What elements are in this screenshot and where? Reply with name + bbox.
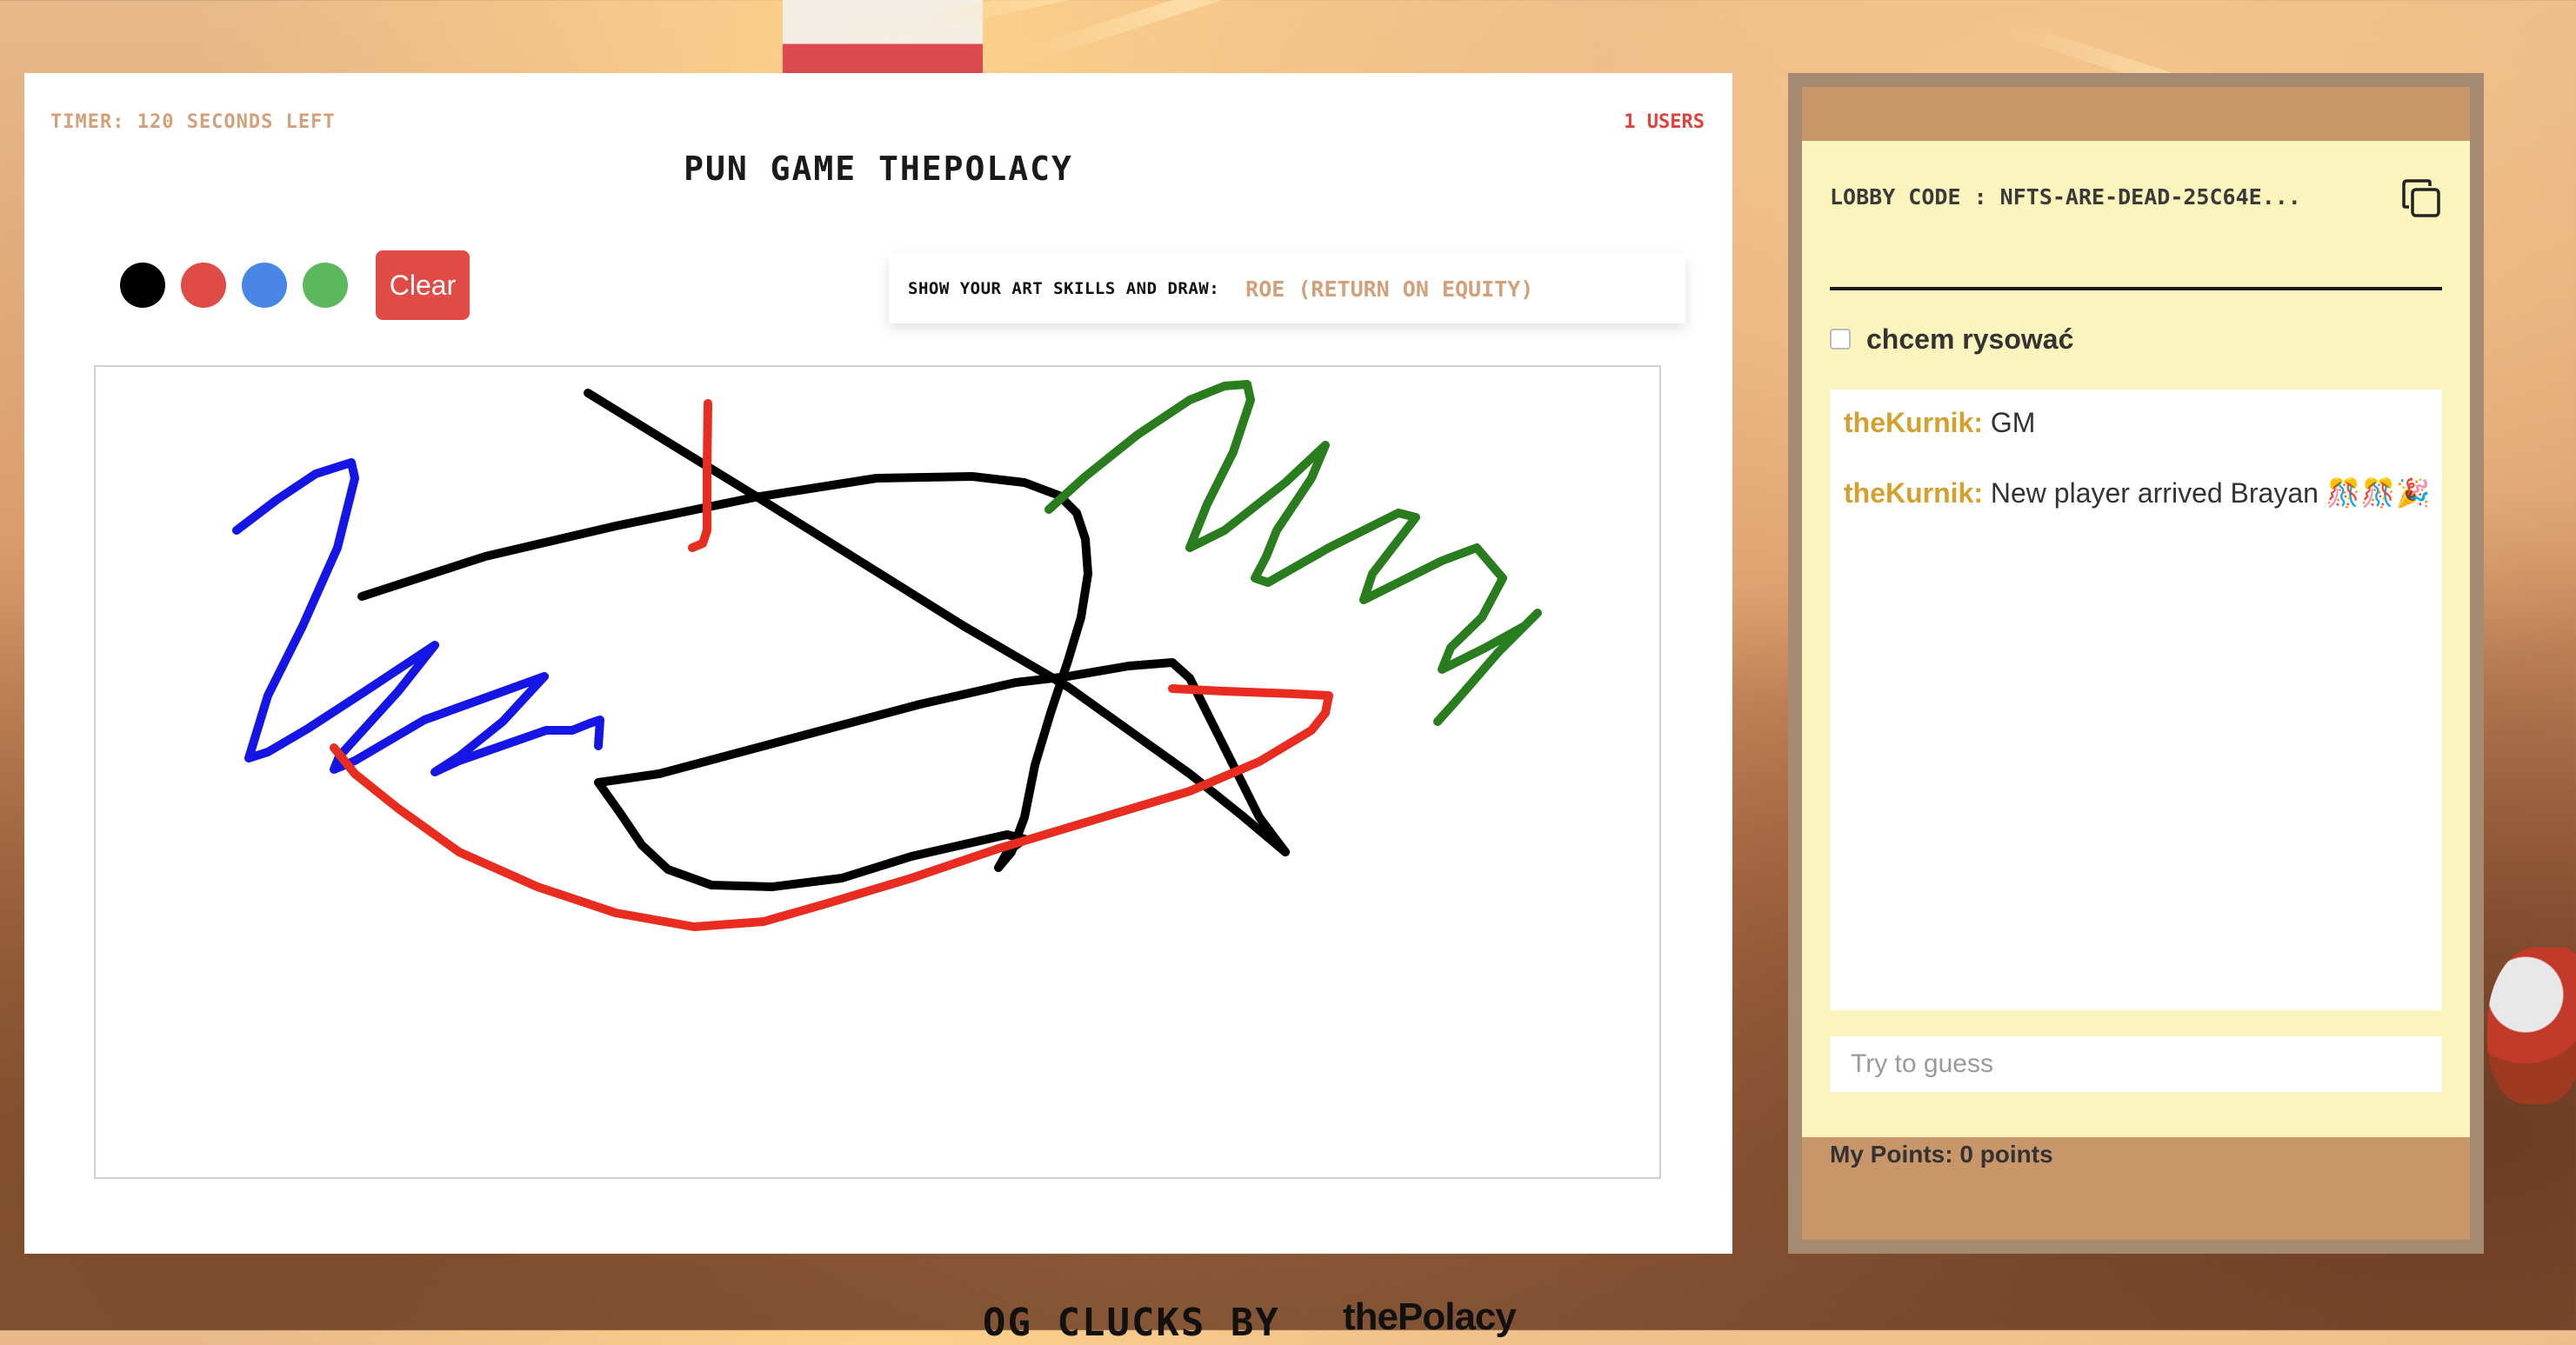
footer-text: OG CLUCKS BY xyxy=(983,1301,1280,1345)
drawing-strokes xyxy=(232,380,1542,931)
footer-logo: thePolacy xyxy=(1343,1295,1517,1338)
game-panel: TIMER: 120 SECONDS LEFT 1 USERS PUN GAME… xyxy=(24,73,1732,1254)
side-panel: LOBBY CODE : NFTS-ARE-DEAD-25C64E... chc… xyxy=(1788,73,2484,1254)
stroke-black xyxy=(584,389,1290,856)
drawing-canvas[interactable] xyxy=(94,365,1661,1179)
message-author: theKurnik: xyxy=(1844,477,1983,509)
message-text: GM xyxy=(1990,407,2036,438)
color-swatch-green[interactable] xyxy=(303,263,348,308)
prompt-word: ROE (RETURN ON EQUITY) xyxy=(1245,276,1534,302)
background-streak xyxy=(1024,0,1344,63)
stroke-blue xyxy=(232,458,604,776)
page-title: PUN GAME THEPOLACY xyxy=(684,150,1073,188)
timer-text: TIMER: 120 SECONDS LEFT xyxy=(50,111,336,133)
divider xyxy=(1830,287,2442,290)
draw-prompt: SHOW YOUR ART SKILLS AND DRAW: ROE (RETU… xyxy=(889,254,1685,323)
background-rooster xyxy=(2487,948,2576,1104)
chat-log: theKurnik: GM theKurnik: New player arri… xyxy=(1830,390,2442,1010)
message-text: New player arrived Brayan 🎊🎊🎉 xyxy=(1990,477,2431,509)
clear-button[interactable]: Clear xyxy=(376,250,470,320)
color-swatch-black[interactable] xyxy=(120,263,165,308)
guess-input[interactable] xyxy=(1830,1036,2442,1092)
copy-icon[interactable] xyxy=(2400,177,2444,221)
color-swatch-blue[interactable] xyxy=(242,263,287,308)
stroke-red xyxy=(688,399,712,552)
chat-message: theKurnik: New player arrived Brayan 🎊🎊🎉 xyxy=(1844,476,2430,509)
background-tower xyxy=(783,0,983,73)
message-author: theKurnik: xyxy=(1844,407,1983,438)
points-display: My Points: 0 points xyxy=(1830,1141,2053,1168)
chat-message: theKurnik: GM xyxy=(1844,407,2035,439)
users-count: 1 USERS xyxy=(1624,111,1705,133)
prompt-label: SHOW YOUR ART SKILLS AND DRAW: xyxy=(908,279,1220,298)
want-to-draw-checkbox[interactable] xyxy=(1830,329,1851,350)
checkbox-label: chcem rysować xyxy=(1866,323,2074,355)
background-streak xyxy=(911,0,1272,33)
color-swatch-red[interactable] xyxy=(181,263,226,308)
lobby-code: LOBBY CODE : NFTS-ARE-DEAD-25C64E... xyxy=(1830,184,2301,210)
lobby-panel: LOBBY CODE : NFTS-ARE-DEAD-25C64E... chc… xyxy=(1802,141,2470,1168)
